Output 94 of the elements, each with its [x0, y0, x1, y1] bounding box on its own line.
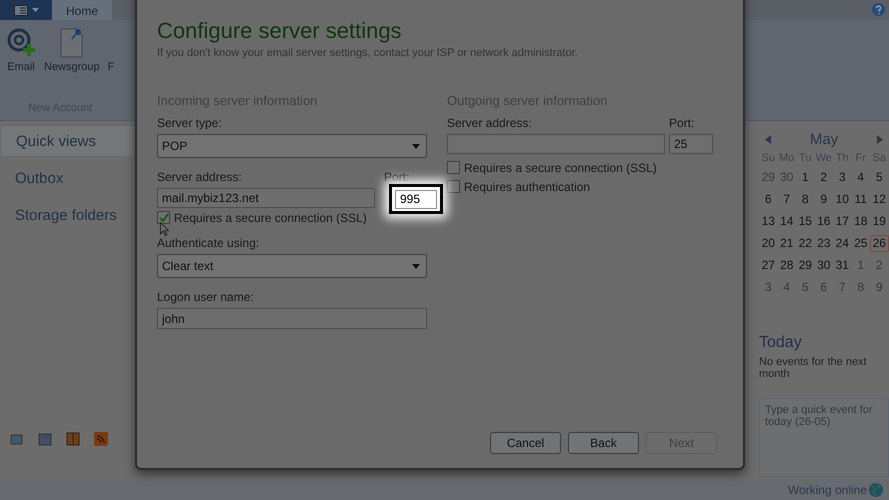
- calendar-day[interactable]: 7: [833, 279, 852, 296]
- calendar-day[interactable]: 18: [852, 213, 870, 230]
- calendar-day[interactable]: 25: [852, 235, 870, 252]
- calendar-day[interactable]: 3: [759, 279, 778, 296]
- feed-icon[interactable]: [94, 432, 108, 446]
- calendar-day[interactable]: 29: [759, 169, 778, 186]
- calendar-day[interactable]: 26: [870, 235, 888, 252]
- calendar-day[interactable]: 30: [778, 169, 796, 186]
- field-label: Port:: [384, 170, 410, 184]
- checkbox[interactable]: [447, 180, 460, 193]
- email-add-icon: [6, 26, 36, 58]
- nav-item[interactable]: Outbox: [0, 162, 135, 194]
- calendar-day[interactable]: 19: [870, 213, 888, 230]
- next-month-icon[interactable]: [877, 135, 883, 144]
- calendar-day[interactable]: 5: [796, 279, 814, 296]
- calendar-day[interactable]: 23: [814, 235, 833, 252]
- help-icon[interactable]: [872, 3, 885, 16]
- field-label: Logon user name:: [157, 290, 254, 304]
- app-menu-button[interactable]: [0, 0, 52, 20]
- calendar-day[interactable]: 21: [778, 235, 796, 252]
- checkbox-label: Requires authentication: [464, 180, 590, 194]
- mouse-pointer-icon: [160, 222, 169, 236]
- checkbox-label: Requires a secure connection (SSL): [464, 160, 657, 174]
- calendar-day[interactable]: 20: [759, 235, 778, 252]
- calendar-day[interactable]: 7: [778, 191, 796, 208]
- document-pin-icon: [58, 26, 85, 58]
- calendar-day[interactable]: 29: [796, 257, 814, 274]
- contacts-icon[interactable]: [66, 432, 80, 446]
- calendar-day[interactable]: 12: [870, 191, 888, 208]
- calendar-day[interactable]: 10: [833, 191, 852, 208]
- port-field[interactable]: 25: [669, 134, 713, 154]
- checkbox[interactable]: [447, 161, 460, 174]
- caret-icon: [32, 8, 38, 12]
- ribbon-button[interactable]: Email: [4, 24, 38, 75]
- calendar-day[interactable]: 30: [814, 257, 833, 274]
- calendar-icon[interactable]: [38, 432, 52, 446]
- calendar-day[interactable]: 6: [759, 191, 778, 208]
- user-name-field[interactable]: john: [157, 308, 427, 329]
- dialog-button[interactable]: Cancel: [490, 432, 561, 454]
- status-text: Working online: [788, 483, 867, 497]
- server-type-dropdown[interactable]: POP: [157, 134, 427, 158]
- ribbon-button[interactable]: F: [106, 24, 116, 75]
- calendar-day[interactable]: 2: [814, 169, 833, 186]
- calendar-day[interactable]: 1: [852, 257, 870, 274]
- calendar-day[interactable]: 9: [814, 191, 833, 208]
- calendar-day[interactable]: 3: [833, 169, 852, 186]
- calendar-day[interactable]: 5: [870, 169, 888, 186]
- nav-item[interactable]: Storage folders: [0, 199, 135, 231]
- calendar-day[interactable]: 8: [796, 191, 814, 208]
- dialog-button[interactable]: Back: [568, 432, 639, 454]
- ribbon-tab[interactable]: Home: [52, 0, 112, 20]
- events-message: No events for the next month: [759, 356, 868, 380]
- calendar-day[interactable]: 4: [778, 279, 796, 296]
- today-heading: Today: [759, 334, 803, 352]
- calendar-day[interactable]: 2: [870, 257, 888, 274]
- calendar-day[interactable]: 1: [796, 169, 814, 186]
- dropdown-caret-icon: [412, 144, 420, 148]
- authentication-dropdown[interactable]: Clear text: [157, 254, 427, 278]
- calendar-day[interactable]: 9: [870, 279, 888, 296]
- calendar-day[interactable]: 24: [833, 235, 852, 252]
- previous-month-icon[interactable]: [765, 135, 771, 144]
- server-address-field[interactable]: mail.mybiz123.net: [157, 188, 375, 208]
- calendar-day[interactable]: 14: [778, 213, 796, 230]
- field-label: Server type:: [157, 116, 222, 130]
- mail-icon[interactable]: [10, 432, 24, 446]
- dialog-title: Configure server settings: [157, 18, 403, 44]
- checkbox-label: Requires a secure connection (SSL): [174, 210, 367, 224]
- nav-item[interactable]: Quick views: [0, 125, 135, 157]
- calendar-day[interactable]: 4: [852, 169, 870, 186]
- ribbon-button[interactable]: Newsgroup: [42, 24, 102, 75]
- server-address-field[interactable]: [447, 134, 665, 154]
- calendar-day[interactable]: 6: [814, 279, 833, 296]
- quick-event-field[interactable]: Type a quick event for today (26-05): [759, 398, 889, 477]
- month-title: May: [810, 131, 838, 148]
- calendar-day[interactable]: 17: [833, 213, 852, 230]
- menu-icon: [14, 4, 28, 16]
- port-field[interactable]: 995: [395, 190, 437, 208]
- calendar-day[interactable]: 16: [814, 213, 833, 230]
- calendar-day[interactable]: 11: [852, 191, 870, 208]
- field-label: Port:: [669, 116, 696, 130]
- dropdown-caret-icon: [412, 264, 420, 268]
- calendar-day[interactable]: 27: [759, 257, 778, 274]
- calendar-day[interactable]: 15: [796, 213, 814, 230]
- dialog-subtitle: If you don't know your email server settings, contact your ISP or network administrator.: [157, 47, 579, 59]
- field-label: Authenticate using:: [157, 236, 260, 250]
- field-label: Server address:: [157, 170, 243, 184]
- field-label: Server address:: [447, 116, 533, 130]
- calendar-day[interactable]: 13: [759, 213, 778, 230]
- checkbox[interactable]: [157, 211, 170, 224]
- calendar-day[interactable]: 22: [796, 235, 814, 252]
- calendar-day[interactable]: 31: [833, 257, 852, 274]
- globe-icon: [869, 483, 883, 497]
- calendar-day[interactable]: 28: [778, 257, 796, 274]
- calendar-day[interactable]: 8: [852, 279, 870, 296]
